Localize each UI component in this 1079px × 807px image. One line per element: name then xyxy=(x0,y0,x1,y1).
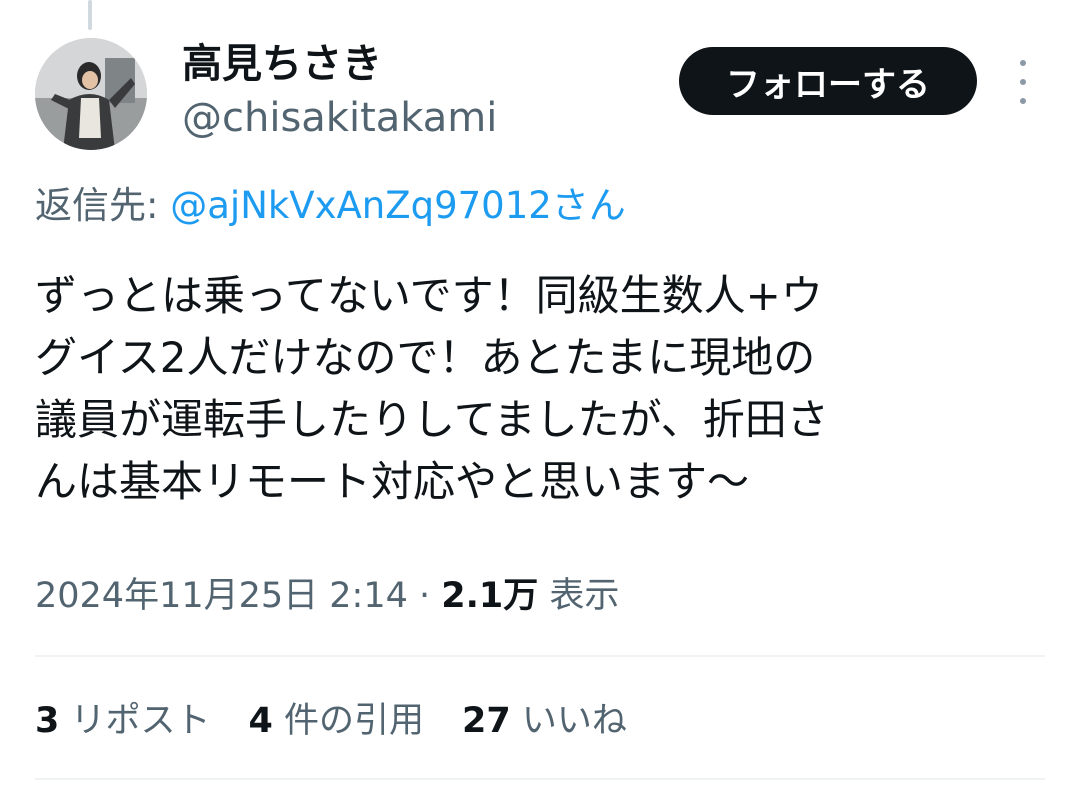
reply-prefix: 返信先: xyxy=(35,184,171,227)
divider xyxy=(35,778,1045,780)
tweet-text-line: んは基本リモート対応やと思います〜 xyxy=(35,457,750,506)
engagement-stats: 3 リポスト 4 件の引用 27 いいね xyxy=(35,697,627,745)
reposts-label: リポスト xyxy=(59,701,211,741)
follow-button[interactable]: フォローする xyxy=(679,47,977,115)
avatar[interactable] xyxy=(35,38,147,150)
divider xyxy=(35,655,1045,657)
views-label: 表示 xyxy=(538,576,620,616)
more-dot xyxy=(1020,60,1026,66)
display-name[interactable]: 高見ちさき xyxy=(182,40,382,88)
reposts-count: 3 xyxy=(35,701,60,741)
thread-connector-line xyxy=(88,0,92,30)
likes-label: いいね xyxy=(510,701,627,741)
tweet-text: ずっとは乗ってないです！同級生数人+ウ グイス2人だけなので！あとたまに現地の … xyxy=(35,265,1045,513)
tweet-meta: 2024年11月25日 2:14 · 2.1万 表示 xyxy=(35,572,619,620)
more-dot xyxy=(1020,79,1026,85)
quotes-label: 件の引用 xyxy=(272,701,424,741)
user-handle[interactable]: @chisakitakami xyxy=(182,94,497,142)
likes-count: 27 xyxy=(462,701,511,741)
quotes-count: 4 xyxy=(248,701,273,741)
quotes-stat[interactable]: 4 件の引用 xyxy=(249,697,425,745)
more-dot xyxy=(1020,98,1026,104)
tweet-text-line: 議員が運転手したりしてましたが、折田さ xyxy=(35,395,829,444)
more-vertical-icon[interactable] xyxy=(1008,60,1038,104)
meta-separator: · xyxy=(407,576,442,616)
avatar-photo xyxy=(35,38,147,150)
reposts-stat[interactable]: 3 リポスト xyxy=(35,697,211,745)
timestamp-link[interactable]: 2024年11月25日 2:14 xyxy=(35,576,408,616)
tweet-text-line: ずっとは乗ってないです！同級生数人+ウ xyxy=(35,271,823,320)
views-count: 2.1万 xyxy=(441,576,539,616)
reply-context: 返信先: @ajNkVxAnZq97012さん xyxy=(35,182,626,230)
reply-to-handle-link[interactable]: @ajNkVxAnZq97012さん xyxy=(170,184,626,227)
likes-stat[interactable]: 27 いいね xyxy=(462,697,627,745)
tweet-text-line: グイス2人だけなので！あとたまに現地の xyxy=(35,333,816,382)
